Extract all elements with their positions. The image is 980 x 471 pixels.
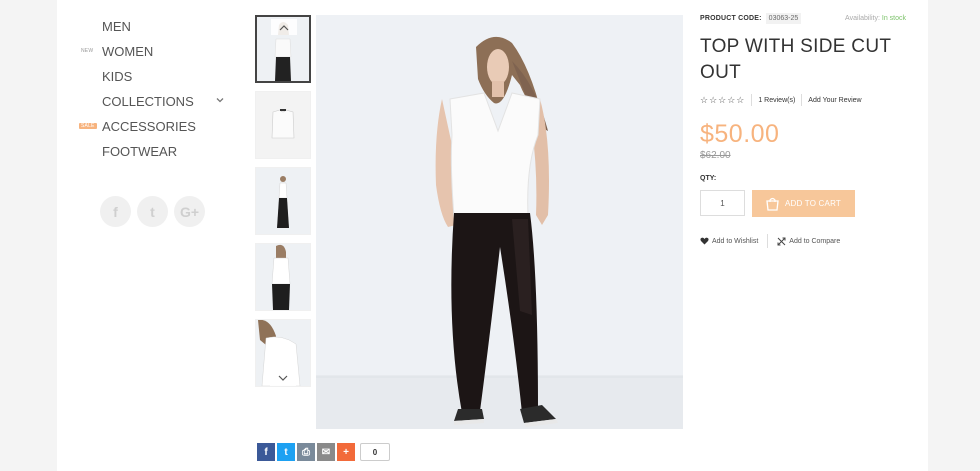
product-thumbnail-image bbox=[256, 168, 310, 234]
heart-icon bbox=[700, 237, 709, 245]
social-links: f t G+ bbox=[100, 196, 205, 227]
compare-label: Add to Compare bbox=[789, 237, 841, 245]
nav-item-footwear[interactable]: FOOTWEAR bbox=[57, 139, 237, 164]
add-to-cart-button[interactable]: ADD TO CART bbox=[752, 190, 855, 217]
reviews-link[interactable]: 1 Review(s) bbox=[758, 97, 795, 104]
nav-item-collections[interactable]: COLLECTIONS bbox=[57, 89, 237, 114]
facebook-share-icon[interactable]: f bbox=[257, 443, 275, 461]
sale-badge: SALE bbox=[79, 123, 97, 129]
divider bbox=[767, 234, 769, 248]
thumbnail[interactable] bbox=[255, 15, 311, 83]
thumbnail-gallery bbox=[255, 15, 311, 395]
google-plus-icon[interactable]: G+ bbox=[174, 196, 205, 227]
price: $50.00 bbox=[700, 120, 780, 148]
product-photo bbox=[316, 15, 683, 429]
rating-row: ☆☆☆☆☆ 1 Review(s) Add Your Review bbox=[700, 94, 862, 106]
category-nav: MEN NEW WOMEN KIDS COLLECTIONS SALE ACCE… bbox=[57, 14, 237, 164]
product-code-value: 03063-25 bbox=[765, 13, 802, 24]
add-to-wishlist-link[interactable]: Add to Wishlist bbox=[700, 237, 758, 245]
email-icon[interactable]: ✉ bbox=[317, 443, 335, 461]
share-count: 0 bbox=[360, 443, 390, 461]
star-rating-icon: ☆☆☆☆☆ bbox=[700, 94, 746, 105]
availability-label: Availability: bbox=[845, 15, 880, 22]
thumbnail[interactable] bbox=[255, 91, 311, 159]
nav-item-label: MEN bbox=[102, 19, 131, 34]
divider bbox=[801, 94, 803, 106]
product-actions: Add to Wishlist Add to Compare bbox=[700, 234, 840, 248]
wishlist-label: Add to Wishlist bbox=[712, 237, 759, 245]
chevron-down-icon bbox=[278, 375, 288, 381]
product-code-label: PRODUCT CODE: bbox=[700, 15, 762, 22]
new-badge: NEW bbox=[81, 48, 94, 54]
add-to-compare-link[interactable]: Add to Compare bbox=[777, 237, 840, 246]
nav-item-label: KIDS bbox=[102, 69, 133, 84]
facebook-icon[interactable]: f bbox=[100, 196, 131, 227]
nav-item-women[interactable]: NEW WOMEN bbox=[57, 39, 237, 64]
nav-item-label: FOOTWEAR bbox=[102, 144, 178, 159]
shopping-bag-icon bbox=[766, 197, 779, 211]
nav-item-label: WOMEN bbox=[102, 44, 154, 59]
quantity-input[interactable] bbox=[700, 190, 745, 216]
add-to-cart-label: ADD TO CART bbox=[785, 199, 841, 208]
add-review-link[interactable]: Add Your Review bbox=[808, 97, 861, 104]
product-page: MEN NEW WOMEN KIDS COLLECTIONS SALE ACCE… bbox=[57, 0, 928, 471]
nav-item-men[interactable]: MEN bbox=[57, 14, 237, 39]
product-title: TOP WITH SIDE CUT OUT bbox=[700, 36, 891, 83]
nav-item-label: COLLECTIONS bbox=[102, 94, 194, 109]
thumbnail[interactable] bbox=[255, 243, 311, 311]
print-icon[interactable]: ⎙ bbox=[297, 443, 315, 461]
chevron-up-icon bbox=[279, 24, 289, 30]
chevron-down-icon[interactable] bbox=[215, 95, 225, 105]
qty-label: QTY: bbox=[700, 175, 717, 182]
twitter-share-icon[interactable]: t bbox=[277, 443, 295, 461]
nav-item-label: ACCESSORIES bbox=[102, 119, 196, 134]
divider bbox=[751, 94, 753, 106]
thumbnail-scroll-up-button[interactable] bbox=[271, 19, 297, 35]
share-bar: f t ⎙ ✉ + 0 bbox=[257, 443, 390, 461]
nav-item-accessories[interactable]: SALE ACCESSORIES bbox=[57, 114, 237, 139]
compare-icon bbox=[777, 237, 786, 245]
product-thumbnail-image bbox=[256, 244, 310, 310]
nav-item-kids[interactable]: KIDS bbox=[57, 64, 237, 89]
thumbnail[interactable] bbox=[255, 319, 311, 387]
main-product-image[interactable] bbox=[316, 15, 683, 429]
thumbnail[interactable] bbox=[255, 167, 311, 235]
product-thumbnail-image bbox=[256, 92, 310, 158]
more-share-icon[interactable]: + bbox=[337, 443, 355, 461]
availability: Availability: In stock bbox=[845, 13, 906, 25]
product-code-row: PRODUCT CODE: 03063-25 Availability: In … bbox=[700, 13, 910, 25]
stock-status: In stock bbox=[881, 15, 906, 22]
old-price: $62.00 bbox=[700, 150, 731, 161]
thumbnail-scroll-down-button[interactable] bbox=[270, 370, 296, 386]
twitter-icon[interactable]: t bbox=[137, 196, 168, 227]
